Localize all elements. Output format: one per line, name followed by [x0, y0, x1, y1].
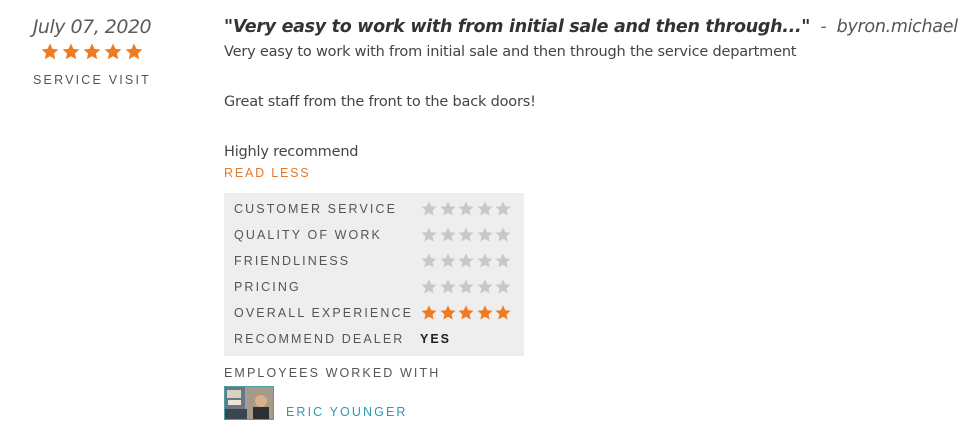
star-icon [457, 226, 475, 244]
star-icon [61, 42, 81, 62]
review-paragraph: Great staff from the front to the back d… [224, 94, 536, 110]
rating-row: PRICING [224, 274, 524, 300]
rating-stars [420, 304, 513, 322]
read-less-link[interactable]: READ LESS [224, 166, 310, 180]
star-icon [457, 252, 475, 270]
rating-label: OVERALL EXPERIENCE [234, 306, 414, 320]
star-icon [439, 226, 457, 244]
ratings-table: CUSTOMER SERVICE QUALITY OF WORK FRIENDL… [224, 193, 524, 356]
employee-avatar-image [225, 387, 273, 419]
star-icon [494, 304, 512, 322]
star-icon [457, 304, 475, 322]
star-icon [494, 278, 512, 296]
star-icon [476, 252, 494, 270]
star-icon [420, 200, 438, 218]
star-icon [124, 42, 144, 62]
rating-label: FRIENDLINESS [234, 254, 351, 268]
star-icon [420, 278, 438, 296]
employee-photo[interactable] [224, 386, 274, 420]
rating-row: QUALITY OF WORK [224, 222, 524, 248]
star-icon [420, 226, 438, 244]
rating-stars [420, 252, 513, 270]
review-paragraph: Very easy to work with from initial sale… [224, 44, 797, 60]
rating-label: CUSTOMER SERVICE [234, 202, 398, 216]
star-icon [494, 226, 512, 244]
star-icon [494, 252, 512, 270]
star-icon [103, 42, 123, 62]
review-content: "Very easy to work with from initial sal… [224, 14, 958, 420]
employee-item[interactable]: ERIC YOUNGER [224, 386, 944, 420]
review-date: July 07, 2020 [32, 16, 152, 38]
star-icon [457, 278, 475, 296]
star-icon [439, 304, 457, 322]
star-icon [494, 200, 512, 218]
star-icon [476, 226, 494, 244]
star-icon [82, 42, 102, 62]
star-icon [420, 304, 438, 322]
rating-stars [420, 200, 513, 218]
star-icon [439, 278, 457, 296]
recommend-row: RECOMMEND DEALER YES [224, 326, 524, 352]
visit-type-label: SERVICE VISIT [33, 73, 151, 87]
star-icon [439, 200, 457, 218]
review-meta: July 07, 2020 SERVICE VISIT [0, 14, 184, 87]
author-separator: - [820, 17, 827, 37]
employee-name-link[interactable]: ERIC YOUNGER [286, 405, 408, 419]
star-icon [476, 200, 494, 218]
star-icon [476, 304, 494, 322]
review-headline: "Very easy to work with from initial sal… [224, 14, 958, 40]
review-paragraph: Highly recommend [224, 144, 359, 160]
review-title: "Very easy to work with from initial sal… [224, 17, 811, 37]
rating-stars [420, 278, 513, 296]
rating-label: QUALITY OF WORK [234, 228, 382, 242]
review-body: Very easy to work with from initial sale… [224, 43, 944, 162]
star-icon [439, 252, 457, 270]
rating-stars [420, 226, 513, 244]
star-icon [40, 42, 60, 62]
recommend-value: YES [420, 332, 452, 346]
star-icon [420, 252, 438, 270]
employees-heading: EMPLOYEES WORKED WITH [224, 366, 441, 380]
rating-row: CUSTOMER SERVICE [224, 196, 524, 222]
rating-label: PRICING [234, 280, 301, 294]
rating-row: OVERALL EXPERIENCE [224, 300, 524, 326]
recommend-label: RECOMMEND DEALER [234, 332, 405, 346]
review-author: byron.michael [836, 17, 958, 37]
star-icon [476, 278, 494, 296]
rating-row: FRIENDLINESS [224, 248, 524, 274]
star-icon [457, 200, 475, 218]
overall-star-rating [40, 42, 145, 62]
